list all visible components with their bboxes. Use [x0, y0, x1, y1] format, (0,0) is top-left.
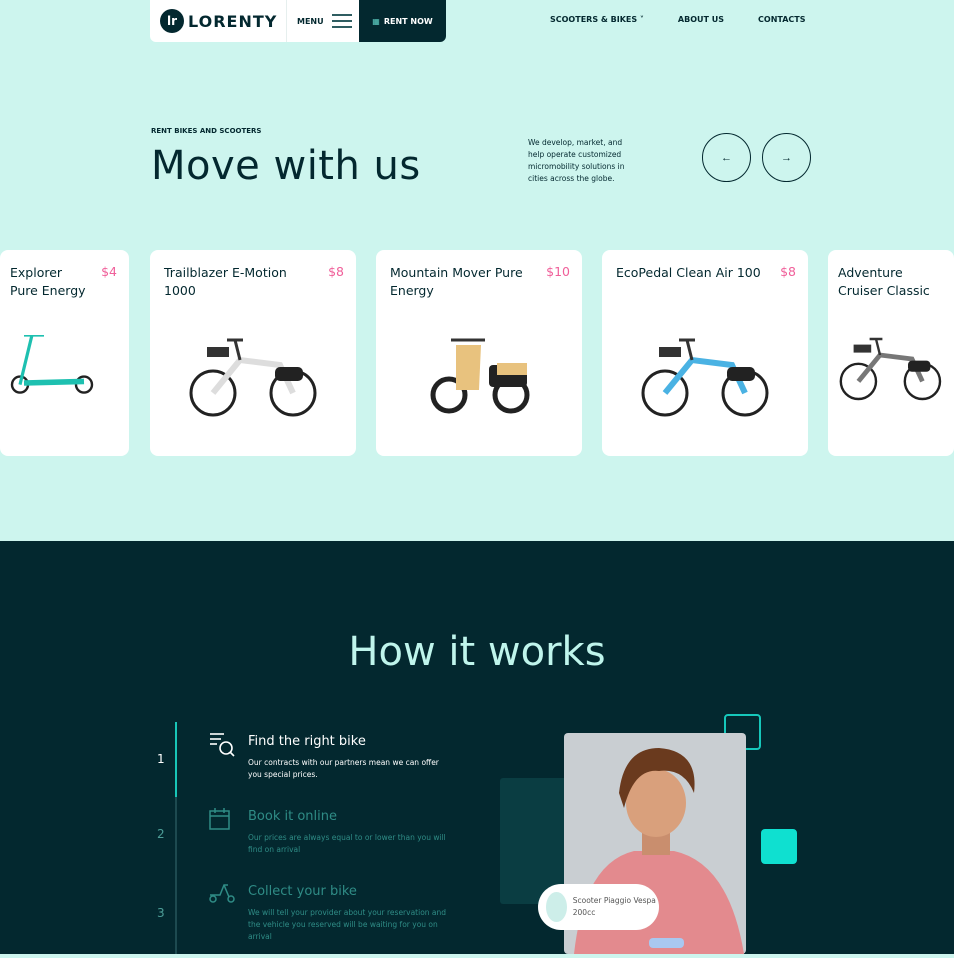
step-number: 1: [157, 752, 165, 766]
hero-description: We develop, market, and help operate cus…: [528, 138, 625, 183]
section-title: How it works: [348, 629, 606, 675]
nav-links: SCOOTERS & BIKES ˅ ABOUT US CONTACTS: [550, 15, 806, 24]
hero-eyebrow: RENT BIKES AND SCOOTERS: [151, 127, 262, 135]
search-list-icon: [210, 733, 235, 757]
step-2[interactable]: Book it online Our prices are always equa…: [248, 809, 453, 856]
vehicle-name: Adventure Cruiser Classic: [838, 265, 930, 298]
how-it-works-section: How it works 1 2 3 Find the right bike Ou…: [0, 541, 954, 954]
vehicle-card[interactable]: Trailblazer E-Motion 1000 $8: [150, 250, 356, 456]
logo[interactable]: lr LORENTY: [150, 0, 287, 42]
logo-text: LORENTY: [188, 11, 278, 31]
vehicle-name: Explorer Pure Energy: [10, 265, 86, 298]
next-arrow-button[interactable]: →: [762, 133, 811, 182]
calendar-icon: ▦: [372, 16, 380, 26]
rent-now-label: RENT NOW: [383, 16, 433, 26]
progress-line: [175, 722, 177, 954]
e-bike-image: [641, 338, 769, 417]
vehicle-name: EcoPedal Clean Air 100: [616, 265, 761, 280]
step-text: Our prices are always equal to or lower …: [248, 833, 446, 854]
step-title: Book it online: [248, 809, 337, 824]
chevron-down-icon: ˅: [639, 15, 644, 24]
prev-arrow-button[interactable]: ←: [702, 133, 751, 182]
hero-title: Move with us: [151, 143, 421, 189]
moped-image: [430, 338, 530, 414]
hamburger-icon: [331, 14, 352, 28]
vehicle-card[interactable]: EcoPedal Clean Air 100 $8: [602, 250, 808, 456]
nav-link-label: SCOOTERS & BIKES: [550, 15, 638, 24]
kick-scooter-image: [10, 335, 94, 394]
top-nav: lr LORENTY MENU ▦ RENT NOW: [150, 0, 446, 42]
vehicle-price: $8: [780, 264, 796, 279]
vehicle-badge: Scooter Piaggio Vespa 200cc: [538, 884, 659, 930]
nav-link-scooters-bikes[interactable]: SCOOTERS & BIKES ˅: [550, 15, 644, 24]
step-text: We will tell your provider about your re…: [248, 908, 447, 941]
calendar-icon: [209, 808, 230, 830]
badge-text: Scooter Piaggio Vespa 200cc: [572, 896, 656, 917]
decor-accent-square: [761, 829, 797, 864]
vehicle-price: $4: [101, 264, 117, 279]
scooter-thumbnail: [546, 892, 567, 922]
logo-mark: lr: [160, 9, 184, 33]
rent-now-button[interactable]: ▦ RENT NOW: [359, 0, 446, 42]
step-3[interactable]: Collect your bike We will tell your provi…: [248, 884, 453, 943]
vehicle-price: $8: [328, 264, 344, 279]
menu-label: MENU: [297, 16, 324, 26]
vehicle-card[interactable]: Explorer Pure Energy $4: [0, 250, 129, 456]
vehicle-name: Mountain Mover Pure Energy: [390, 265, 523, 298]
vehicle-name: Trailblazer E-Motion 1000: [164, 265, 287, 298]
nav-link-contacts[interactable]: CONTACTS: [758, 15, 805, 24]
vehicle-card[interactable]: Mountain Mover Pure Energy $10: [376, 250, 582, 456]
e-bike-image: [839, 337, 942, 401]
scooter-icon: [209, 884, 235, 903]
step-1[interactable]: Find the right bike Our contracts with ou…: [248, 734, 453, 781]
menu-button[interactable]: MENU: [287, 0, 359, 42]
step-title: Find the right bike: [248, 734, 366, 749]
vehicle-card[interactable]: Adventure Cruiser Classic: [828, 250, 954, 456]
e-bike-image: [189, 338, 317, 417]
step-number: 2: [157, 827, 165, 841]
step-text: Our contracts with our partners mean we …: [248, 758, 439, 779]
step-title: Collect your bike: [248, 884, 357, 899]
nav-link-about[interactable]: ABOUT US: [678, 15, 724, 24]
vehicle-price: $10: [546, 264, 570, 279]
step-number: 3: [157, 906, 165, 920]
hero-section: lr LORENTY MENU ▦ RENT NOW SCOOTERS & BIKE…: [0, 0, 954, 541]
